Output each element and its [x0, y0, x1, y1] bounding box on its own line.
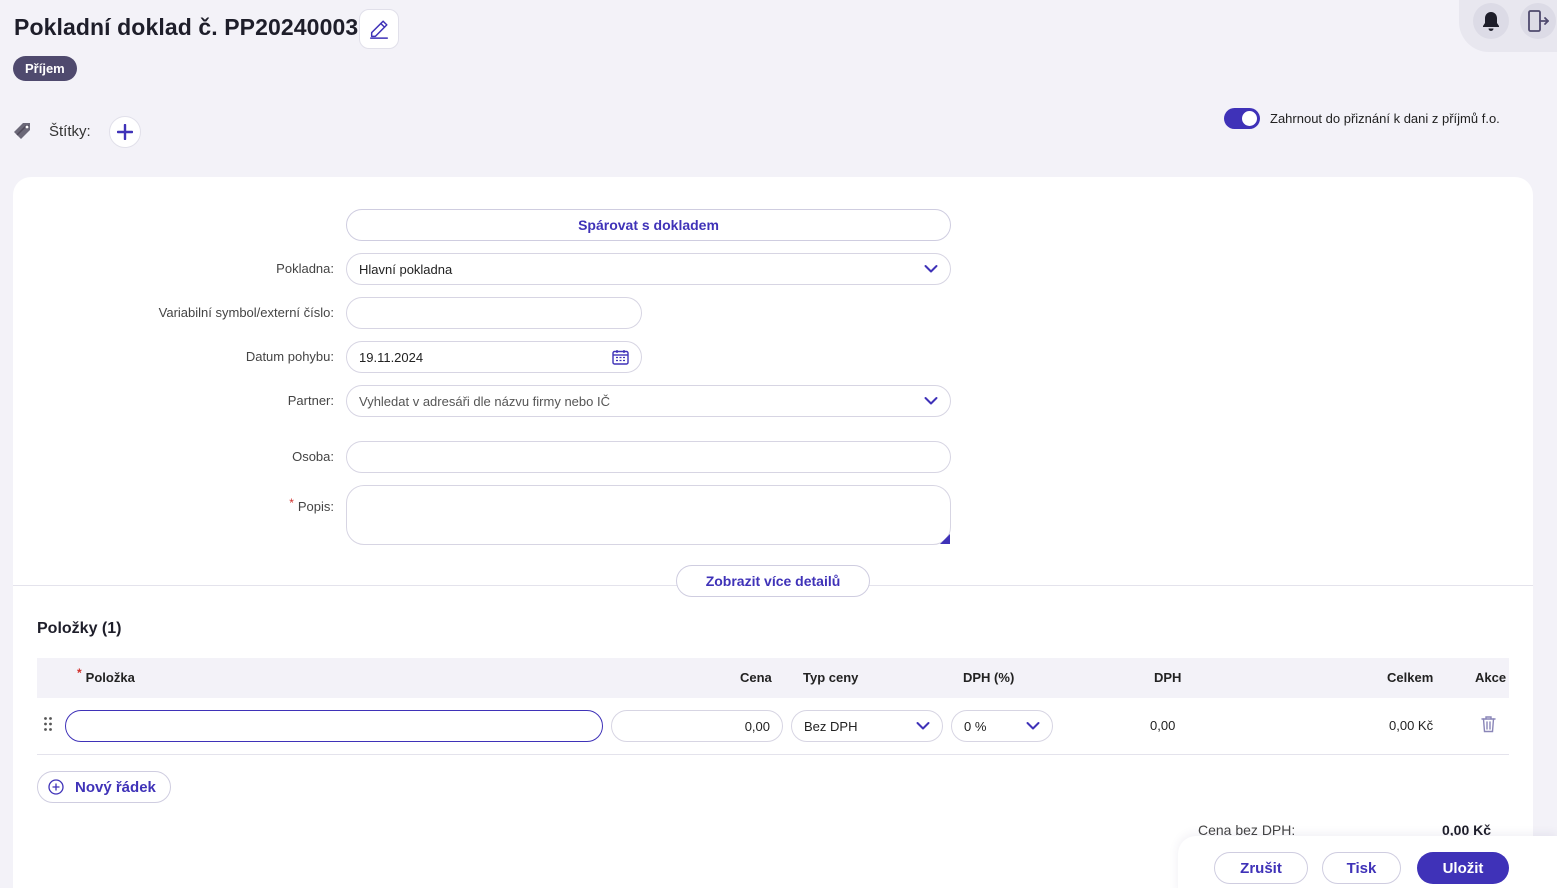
items-title: Položky (1) [37, 620, 122, 637]
chevron-down-icon [916, 722, 930, 730]
chevron-down-icon [924, 265, 938, 273]
pokladna-value: Hlavní pokladna [359, 261, 453, 277]
logout-button[interactable] [1520, 3, 1556, 39]
col-total: Celkem [1387, 670, 1434, 685]
tags-label: Štítky: [49, 123, 91, 140]
item-vat-rate-select[interactable]: 0 % [951, 710, 1053, 742]
partner-placeholder: Vyhledat v adresáři dle názvu firmy nebo… [359, 393, 610, 409]
item-price-type-select[interactable]: Bez DPH [791, 710, 943, 742]
pokladna-select[interactable]: Hlavní pokladna [346, 253, 951, 285]
edit-title-button[interactable] [359, 9, 399, 49]
col-item-wrap: * Položka [77, 666, 135, 685]
new-row-label: Nový řádek [75, 778, 156, 796]
osoba-label: Osoba: [292, 449, 334, 464]
datum-label: Datum pohybu: [245, 349, 334, 364]
required-marker: * [289, 496, 294, 510]
bell-icon [1483, 12, 1499, 31]
plus-circle-icon [48, 779, 64, 795]
col-price-type: Typ ceny [803, 670, 859, 685]
pencil-icon [370, 20, 388, 39]
datum-value: 19.11.2024 [359, 349, 424, 365]
row-divider [37, 754, 1509, 755]
drag-handle-icon[interactable] [43, 716, 53, 737]
tag-icon [12, 121, 36, 148]
new-row-button[interactable]: Nový řádek [37, 771, 171, 803]
resize-handle-icon[interactable] [940, 534, 950, 544]
page-title: Pokladní doklad č. PP20240003 [14, 14, 359, 40]
trash-icon[interactable] [1481, 715, 1496, 738]
pair-document-button[interactable]: Spárovat s dokladem [346, 209, 951, 241]
chevron-down-icon [924, 397, 938, 405]
item-price-type-value: Bez DPH [804, 718, 858, 734]
items-table-header [37, 658, 1509, 698]
col-item: Položka [85, 670, 135, 685]
required-marker: * [77, 666, 82, 680]
vs-label: Variabilní symbol/externí číslo: [158, 305, 334, 320]
popis-textarea[interactable] [346, 485, 951, 545]
col-vat-rate: DPH (%) [963, 670, 1015, 685]
cancel-button[interactable]: Zrušit [1214, 852, 1308, 884]
vs-input[interactable] [346, 297, 642, 329]
pokladna-label: Pokladna: [276, 261, 334, 276]
col-vat: DPH [1154, 670, 1182, 685]
item-name-input[interactable] [65, 710, 603, 742]
add-tag-button[interactable] [109, 116, 141, 148]
partner-search[interactable]: Vyhledat v adresáři dle názvu firmy nebo… [346, 385, 951, 417]
popis-label-wrap: * Popis: [14, 496, 334, 514]
top-right-toolbar [1459, 0, 1557, 52]
save-button[interactable]: Uložit [1417, 852, 1509, 884]
datum-input[interactable]: 19.11.2024 [346, 341, 642, 373]
toggle-knob [1242, 111, 1257, 126]
partner-label: Partner: [287, 393, 334, 408]
tax-return-toggle-label: Zahrnout do přiznání k dani z příjmů f.o… [1270, 111, 1500, 126]
col-actions: Akce [1475, 670, 1507, 685]
item-vat-rate-value: 0 % [964, 718, 987, 734]
calendar-icon[interactable] [612, 349, 629, 365]
logout-icon [1528, 10, 1549, 32]
type-badge: Příjem [13, 56, 77, 81]
notifications-button[interactable] [1473, 3, 1509, 39]
item-vat-value: 0,00 [1150, 718, 1176, 733]
print-button[interactable]: Tisk [1322, 852, 1401, 884]
popis-label: Popis: [297, 499, 334, 514]
col-price: Cena [740, 670, 772, 685]
item-price-value: 0,00 [744, 718, 770, 734]
item-price-input[interactable]: 0,00 [611, 710, 783, 742]
more-details-button[interactable]: Zobrazit více detailů [676, 565, 870, 597]
osoba-input[interactable] [346, 441, 951, 473]
chevron-down-icon [1026, 722, 1040, 730]
tax-return-toggle[interactable] [1224, 108, 1260, 129]
item-total-value: 0,00 Kč [1389, 718, 1434, 733]
plus-icon [117, 124, 133, 140]
